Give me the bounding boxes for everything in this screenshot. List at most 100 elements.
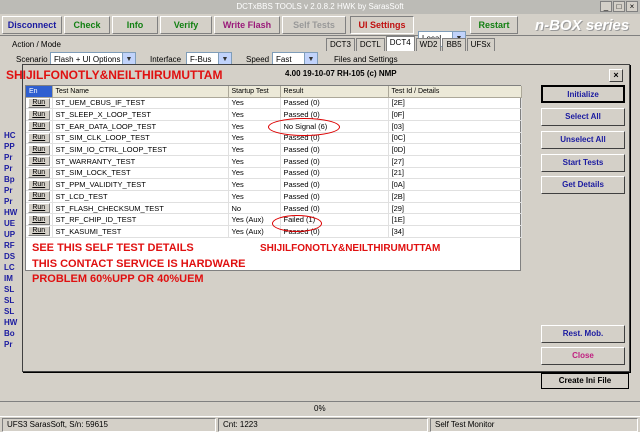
- run-button[interactable]: Run: [27, 179, 50, 190]
- test-id-cell: [2B]: [388, 190, 522, 203]
- run-button[interactable]: Run: [27, 109, 50, 120]
- startup-test-cell: No: [228, 202, 281, 215]
- left-label: SL: [4, 296, 15, 305]
- close-window-button[interactable]: ×: [626, 1, 638, 12]
- tab-bb5[interactable]: BB5: [442, 38, 466, 51]
- create-ini-file-button[interactable]: Create Ini File: [541, 373, 629, 389]
- ui-settings-button[interactable]: UI Settings: [350, 16, 414, 34]
- note-line-2: THIS CONTACT SERVICE IS HARDWARE: [32, 258, 246, 270]
- unselect-all-button[interactable]: Unselect All: [541, 131, 625, 149]
- chevron-down-icon: ▼: [218, 53, 231, 64]
- test-id-cell: [34]: [388, 225, 522, 238]
- test-name-cell: ST_KASUMI_TEST: [52, 225, 229, 238]
- test-id-cell: [0F]: [388, 108, 522, 121]
- table-row[interactable]: Run ST_KASUMI_TEST Yes (Aux) Passed (0) [34]: [26, 225, 522, 238]
- column-header-startup-test[interactable]: Startup Test: [228, 86, 281, 98]
- table-row[interactable]: Run ST_FLASH_CHECKSUM_TEST No Passed (0) [29…: [26, 202, 522, 215]
- test-id-cell: [2E]: [388, 97, 522, 110]
- left-label: SL: [4, 285, 15, 294]
- write-flash-button[interactable]: Write Flash: [214, 16, 280, 34]
- action-mode-label: Action / Mode: [12, 40, 61, 49]
- scenario-value: Flash + UI Options: [54, 55, 121, 64]
- table-row[interactable]: Run ST_PPM_VALIDITY_TEST Yes Passed (0) [0A]: [26, 178, 522, 191]
- tab-wd2[interactable]: WD2: [415, 38, 442, 51]
- run-button[interactable]: Run: [27, 226, 50, 237]
- test-name-cell: ST_SIM_CLK_LOOP_TEST: [52, 132, 229, 145]
- run-button[interactable]: Run: [27, 203, 50, 213]
- table-row[interactable]: Run ST_WARRANTY_TEST Yes Passed (0) [27]: [26, 155, 522, 168]
- run-cell: Run: [26, 213, 53, 227]
- column-header-test-id[interactable]: Test Id / Details: [388, 86, 522, 98]
- tab-ufsx[interactable]: UFSx: [466, 38, 495, 51]
- self-tests-button[interactable]: Self Tests: [282, 16, 346, 34]
- tab-dct4[interactable]: DCT4: [385, 36, 415, 51]
- self-test-dialog: 4.00 19-10-07 RH-105 (c) NMP × En Test N…: [22, 64, 630, 372]
- tab-dct3[interactable]: DCT3: [326, 38, 355, 51]
- disconnect-button[interactable]: Disconnect: [2, 16, 62, 34]
- note-line-1: SEE THIS SELF TEST DETAILS: [32, 242, 194, 254]
- restart-button[interactable]: Restart: [470, 16, 518, 34]
- table-row[interactable]: Run ST_SLEEP_X_LOOP_TEST Yes Passed (0) [0F]: [26, 108, 522, 121]
- run-button[interactable]: Run: [27, 121, 50, 132]
- result-cell: Passed (0): [280, 190, 389, 203]
- reset-mobile-button[interactable]: Rest. Mob.: [541, 325, 625, 343]
- left-label: Bp: [4, 175, 15, 184]
- verify-button[interactable]: Verify: [160, 16, 212, 34]
- minimize-button[interactable]: _: [600, 1, 612, 12]
- dialog-title: 4.00 19-10-07 RH-105 (c) NMP: [285, 69, 397, 78]
- left-label: HW: [4, 208, 18, 217]
- table-row[interactable]: Run ST_LCD_TEST Yes Passed (0) [2B]: [26, 190, 522, 203]
- run-button[interactable]: Run: [27, 144, 50, 155]
- left-label: PP: [4, 142, 15, 151]
- close-icon[interactable]: ×: [609, 69, 623, 82]
- interface-value: F-Bus: [190, 55, 212, 64]
- table-row[interactable]: Run ST_SIM_LOCK_TEST Yes Passed (0) [21]: [26, 167, 522, 180]
- maximize-button[interactable]: □: [613, 1, 625, 12]
- left-label: HW: [4, 318, 18, 327]
- result-cell: Passed (0): [280, 97, 389, 110]
- select-all-button[interactable]: Select All: [541, 108, 625, 126]
- chevron-down-icon: ▼: [122, 53, 135, 64]
- progress-bar: 0%: [0, 401, 640, 415]
- table-row[interactable]: Run ST_SIM_IO_CTRL_LOOP_TEST Yes Passed (0)…: [26, 143, 522, 156]
- start-tests-button[interactable]: Start Tests: [541, 154, 625, 172]
- status-serial: UFS3 SarasSoft, S/n: 59615: [2, 418, 216, 432]
- table-row[interactable]: Run ST_SIM_CLK_LOOP_TEST Yes Passed (0) [0C]: [26, 132, 522, 145]
- test-name-cell: ST_RF_CHIP_ID_TEST: [52, 213, 229, 227]
- info-button[interactable]: Info: [112, 16, 158, 34]
- title-bar: DCTxBBS TOOLS v 2.0.8.2 HWK by SarasSoft…: [0, 0, 640, 14]
- table-row[interactable]: Run ST_UEM_CBUS_IF_TEST Yes Passed (0) [2E]: [26, 97, 522, 110]
- test-name-cell: ST_WARRANTY_TEST: [52, 155, 229, 168]
- left-label: Pr: [4, 164, 13, 173]
- left-label: Pr: [4, 197, 13, 206]
- close-button[interactable]: Close: [541, 347, 625, 365]
- startup-test-cell: Yes: [228, 108, 281, 121]
- speed-value: Fast: [276, 55, 292, 64]
- initialize-button[interactable]: Initialize: [541, 85, 625, 103]
- startup-test-cell: Yes (Aux): [228, 225, 281, 238]
- run-button[interactable]: Run: [27, 156, 50, 167]
- check-button[interactable]: Check: [64, 16, 110, 34]
- run-button[interactable]: Run: [27, 214, 50, 225]
- left-label: SL: [4, 307, 15, 316]
- column-header-result[interactable]: Result: [280, 86, 389, 98]
- files-settings-label: Files and Settings: [334, 55, 398, 64]
- test-id-cell: [0D]: [388, 143, 522, 156]
- run-button[interactable]: Run: [27, 132, 50, 143]
- column-header-test-name[interactable]: Test Name: [52, 86, 229, 98]
- test-id-cell: [03]: [388, 120, 522, 133]
- left-label: UE: [4, 219, 16, 228]
- left-label: Pr: [4, 186, 13, 195]
- run-button[interactable]: Run: [27, 191, 50, 202]
- test-id-cell: [0A]: [388, 178, 522, 191]
- run-cell: Run: [26, 167, 53, 180]
- run-button[interactable]: Run: [27, 167, 50, 178]
- left-label: IM: [4, 274, 13, 283]
- run-button[interactable]: Run: [27, 97, 50, 108]
- column-header-en[interactable]: En: [26, 86, 53, 98]
- run-cell: Run: [26, 143, 53, 156]
- test-id-cell: [21]: [388, 167, 522, 180]
- watermark-middle: SHIJILFONOTLY&NEILTHIRUMUTTAM: [260, 243, 441, 254]
- tab-dctl[interactable]: DCTL: [355, 38, 385, 51]
- get-details-button[interactable]: Get Details: [541, 176, 625, 194]
